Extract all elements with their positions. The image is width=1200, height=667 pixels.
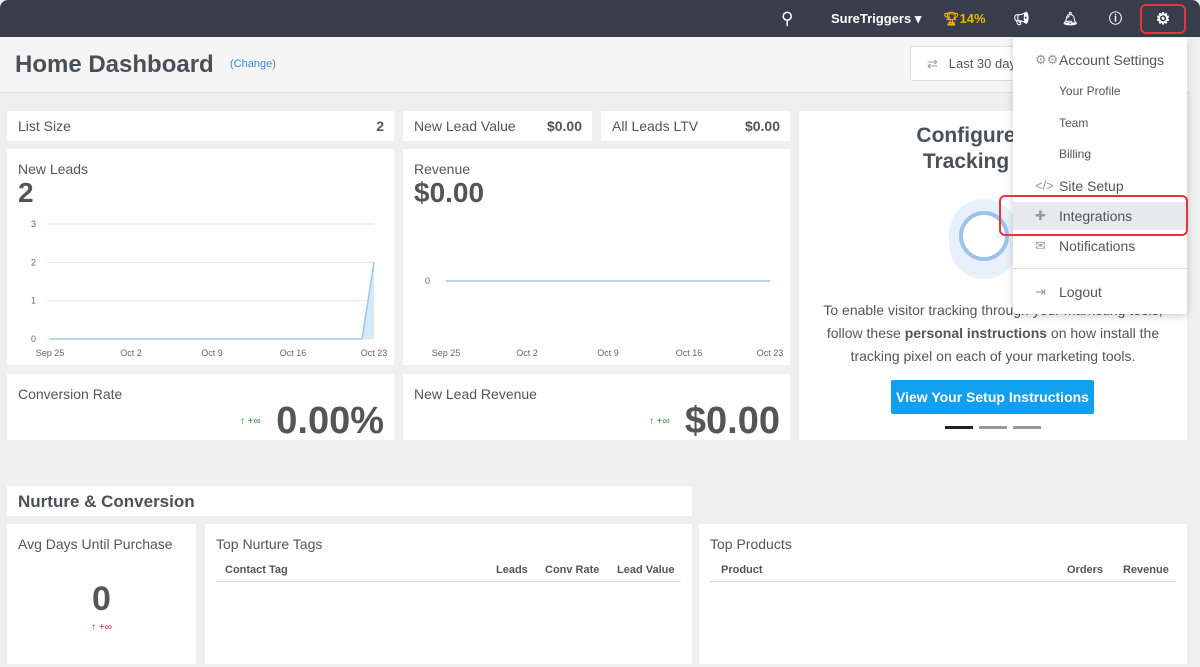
progress-value: 14% bbox=[959, 11, 986, 26]
column-header[interactable]: Product bbox=[721, 564, 763, 576]
column-header[interactable]: Contact Tag bbox=[225, 564, 288, 576]
y-tick-label: 0 bbox=[31, 334, 36, 344]
conversion-change: +∞ bbox=[247, 416, 261, 427]
menu-label: Notifications bbox=[1059, 238, 1136, 254]
y-tick-label: 3 bbox=[31, 219, 36, 229]
column-header[interactable]: Orders bbox=[1067, 564, 1103, 576]
envelope-icon: ✉ bbox=[1035, 238, 1046, 253]
x-tick-label: Oct 16 bbox=[280, 348, 307, 358]
megaphone-icon[interactable]: 📢︎ bbox=[1013, 0, 1030, 37]
all-leads-ltv-label: All Leads LTV bbox=[612, 118, 699, 134]
account-switcher[interactable]: SureTriggers ▾ bbox=[831, 0, 921, 37]
all-leads-ltv-value: $0.00 bbox=[744, 118, 780, 134]
nurture-section-header: Nurture & Conversion bbox=[7, 486, 692, 516]
carousel-dot-1[interactable] bbox=[945, 426, 973, 429]
trend-up-icon: ↑ +∞ bbox=[240, 416, 261, 427]
x-tick-label: Oct 2 bbox=[516, 348, 538, 358]
avg-days-value: 0 bbox=[92, 580, 111, 618]
date-range-label: Last 30 days bbox=[948, 56, 1023, 71]
top-nurture-tags-card: Top Nurture Tags Contact Tag Leads Conv … bbox=[205, 524, 692, 664]
avg-days-change: +∞ bbox=[98, 622, 112, 633]
new-lead-value-label: New Lead Value bbox=[414, 118, 516, 134]
divider bbox=[1013, 268, 1187, 269]
divider bbox=[216, 581, 681, 582]
account-name: SureTriggers bbox=[831, 11, 912, 26]
help-icon[interactable]: ⓘ bbox=[1109, 0, 1122, 37]
personal-instructions: personal instructions bbox=[904, 325, 1048, 341]
conversion-rate-card: Conversion Rate ↑ +∞ 0.00% bbox=[7, 374, 394, 442]
x-tick-label: Sep 25 bbox=[36, 348, 65, 358]
x-tick-label: Oct 2 bbox=[120, 348, 142, 358]
menu-label: Billing bbox=[1059, 147, 1092, 161]
bell-icon[interactable]: 🔔︎ bbox=[1062, 0, 1079, 37]
top-products-title: Top Products bbox=[710, 536, 792, 552]
trend-up-icon: ↑ +∞ bbox=[649, 416, 670, 427]
tracking-text-2b: on how install the bbox=[1047, 325, 1160, 341]
new-lead-revenue-card: New Lead Revenue ↑ +∞ $0.00 bbox=[403, 374, 790, 442]
gear-icon[interactable]: ⚙ bbox=[1140, 4, 1186, 34]
logout-icon: ⇥ bbox=[1035, 284, 1046, 299]
menu-label: Team bbox=[1059, 116, 1089, 130]
y-tick-label: 0 bbox=[425, 276, 430, 286]
setup-instructions-button[interactable]: View Your Setup Instructions bbox=[891, 380, 1094, 414]
x-tick-label: Oct 23 bbox=[361, 348, 388, 358]
code-icon: </> bbox=[1035, 178, 1054, 193]
new-leads-chart: 0 1 2 3 Sep 25 Oct 2 Oct 9 Oct 16 Oct 23 bbox=[31, 219, 388, 358]
top-navbar: ⚲ SureTriggers ▾ 🏆︎14% 📢︎ 🔔︎ ⓘ ⚙ bbox=[0, 0, 1200, 37]
menu-account-settings[interactable]: ⚙⚙ Account Settings bbox=[1013, 52, 1187, 74]
page-header: Home Dashboard (Change) ⇄ Last 30 days bbox=[0, 37, 1190, 93]
x-tick-label: Oct 16 bbox=[676, 348, 703, 358]
avg-days-label: Avg Days Until Purchase bbox=[18, 536, 173, 552]
revenue-chart: 0 Sep 25 Oct 2 Oct 9 Oct 16 Oct 23 bbox=[425, 276, 784, 358]
y-tick-label: 1 bbox=[31, 296, 36, 306]
all-leads-ltv-card: All Leads LTV $0.00 bbox=[601, 111, 790, 141]
revenue-card: Revenue $0.00 0 Sep 25 Oct 2 Oct 9 Oct 16 Oct… bbox=[403, 149, 790, 365]
integrations-highlight bbox=[999, 195, 1188, 236]
list-size-label: List Size bbox=[18, 118, 71, 134]
gears-icon: ⚙⚙ bbox=[1035, 52, 1059, 67]
column-header[interactable]: Leads bbox=[496, 564, 528, 576]
search-icon[interactable]: ⚲ bbox=[781, 0, 793, 37]
new-lead-value-card: New Lead Value $0.00 bbox=[403, 111, 592, 141]
repeat-icon: ⇄ bbox=[927, 56, 938, 71]
x-tick-label: Sep 25 bbox=[432, 348, 461, 358]
carousel-dot-2[interactable] bbox=[979, 426, 1007, 429]
trophy-icon: 🏆︎ bbox=[943, 11, 960, 26]
new-lead-revenue-value: $0.00 bbox=[684, 400, 780, 442]
top-products-card: Top Products Product Orders Revenue bbox=[699, 524, 1187, 664]
conversion-rate-value: 0.00% bbox=[276, 400, 384, 442]
list-size-value: 2 bbox=[376, 118, 384, 134]
x-tick-label: Oct 9 bbox=[597, 348, 619, 358]
tracking-text-2: follow these bbox=[826, 325, 905, 341]
x-tick-label: Oct 23 bbox=[757, 348, 784, 358]
new-lead-value: $0.00 bbox=[546, 118, 582, 134]
new-lead-revenue-change: +∞ bbox=[656, 416, 670, 427]
column-header[interactable]: Conv Rate bbox=[545, 564, 599, 576]
new-lead-revenue-label: New Lead Revenue bbox=[414, 386, 537, 402]
menu-label: Site Setup bbox=[1059, 178, 1124, 194]
date-range-select[interactable]: ⇄ Last 30 days bbox=[910, 46, 1030, 81]
menu-label: Account Settings bbox=[1059, 52, 1165, 68]
divider bbox=[710, 581, 1176, 582]
menu-label: Your Profile bbox=[1059, 84, 1121, 98]
column-header[interactable]: Revenue bbox=[1123, 564, 1169, 576]
menu-label: Logout bbox=[1059, 284, 1102, 300]
avg-days-card: Avg Days Until Purchase 0 ↑ +∞ bbox=[7, 524, 196, 664]
list-size-card: List Size 2 bbox=[7, 111, 394, 141]
nurture-title: Nurture & Conversion bbox=[18, 492, 195, 511]
nurture-tags-title: Top Nurture Tags bbox=[216, 536, 323, 552]
settings-dropdown-menu: ⚙⚙ Account Settings Your Profile Team Bil… bbox=[1013, 38, 1187, 314]
new-leads-card: New Leads 2 0 1 2 3 Sep 25 Oct 2 Oct 9 Oct 16 Oc… bbox=[7, 149, 394, 365]
y-tick-label: 2 bbox=[31, 257, 36, 267]
page-title: Home Dashboard bbox=[15, 51, 214, 78]
tracking-text-3: tracking pixel on each of your marketing… bbox=[850, 348, 1136, 364]
carousel-dot-3[interactable] bbox=[1013, 426, 1041, 429]
conversion-rate-label: Conversion Rate bbox=[18, 386, 123, 402]
trend-up-icon: ↑ +∞ bbox=[91, 622, 112, 633]
x-tick-label: Oct 9 bbox=[201, 348, 223, 358]
change-link[interactable]: (Change) bbox=[230, 58, 276, 70]
progress-badge[interactable]: 🏆︎14% bbox=[943, 0, 986, 37]
column-header[interactable]: Lead Value bbox=[617, 564, 674, 576]
